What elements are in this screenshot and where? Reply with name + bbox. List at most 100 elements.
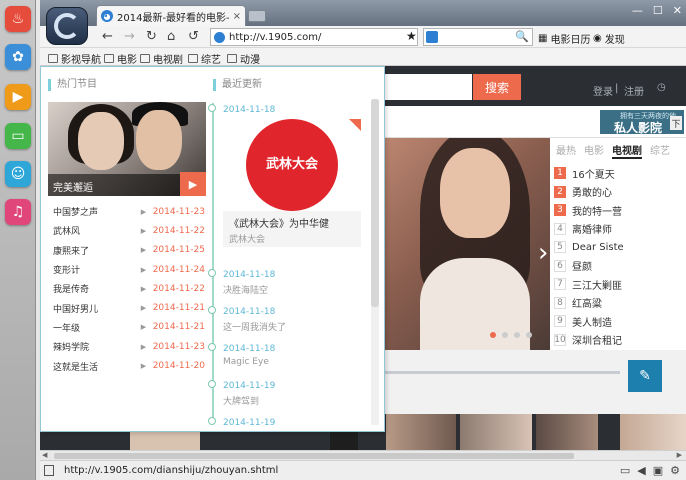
scroll-thumb[interactable] bbox=[371, 99, 379, 307]
program-title: 中国梦之声 bbox=[53, 208, 99, 219]
featured-program[interactable]: 完美邂逅 ▶ bbox=[48, 102, 206, 196]
play-icon[interactable]: ▶ bbox=[180, 172, 206, 196]
back-icon[interactable]: ← bbox=[102, 29, 113, 45]
screen-icon[interactable]: ▭ bbox=[620, 464, 630, 477]
home-icon[interactable]: ⌂ bbox=[167, 29, 175, 45]
tab-close-icon[interactable]: × bbox=[233, 11, 241, 22]
panel-scrollbar[interactable] bbox=[371, 99, 379, 425]
settings-icon[interactable]: ⚙ bbox=[670, 464, 680, 477]
edit-button[interactable]: ✎ bbox=[628, 360, 662, 392]
scroll-left-icon[interactable]: ◀ bbox=[42, 451, 47, 459]
list-item[interactable]: 辣妈学院 ▶ 2014-11-23 bbox=[53, 337, 205, 356]
scroll-right-icon[interactable]: ▶ bbox=[677, 451, 682, 459]
minimize-icon[interactable]: — bbox=[632, 4, 643, 17]
history-icon[interactable]: ↺ bbox=[188, 29, 199, 45]
tab-variety[interactable]: 综艺 bbox=[650, 142, 670, 159]
site-search-button[interactable]: 搜索 bbox=[473, 74, 521, 100]
tab-hottest[interactable]: 最热 bbox=[556, 142, 576, 159]
thumbnail[interactable] bbox=[386, 414, 456, 450]
play-arrow-icon: ▶ bbox=[140, 362, 147, 371]
rank-title: 昼颜 bbox=[572, 262, 592, 274]
list-item[interactable]: 7 三江大剿匪 bbox=[554, 275, 682, 294]
timeline-dot bbox=[208, 380, 216, 388]
list-item[interactable]: 武林风 ▶ 2014-11-22 bbox=[53, 221, 205, 240]
program-title: 变形计 bbox=[53, 266, 81, 277]
refresh-icon[interactable]: ↻ bbox=[146, 29, 157, 45]
scroll-thumb[interactable] bbox=[54, 453, 574, 459]
carousel-dot[interactable] bbox=[502, 332, 508, 338]
clock-icon[interactable]: ◷ bbox=[657, 82, 666, 93]
carousel-dot[interactable] bbox=[514, 332, 520, 338]
news-date: 2014-11-18 bbox=[223, 105, 276, 115]
thumbnail[interactable] bbox=[620, 414, 686, 450]
new-tab-button[interactable] bbox=[248, 10, 266, 22]
mic-app-icon[interactable]: ♫ bbox=[5, 199, 31, 225]
timeline-title[interactable]: 决胜海陆空 bbox=[223, 283, 268, 296]
list-item[interactable]: 康熙来了 ▶ 2014-11-25 bbox=[53, 241, 205, 260]
fire-app-icon[interactable]: ♨ bbox=[5, 6, 31, 32]
sidebar-toggle-icon[interactable] bbox=[44, 465, 54, 476]
list-item[interactable]: 变形计 ▶ 2014-11-24 bbox=[53, 260, 205, 279]
list-item[interactable]: 中国好男儿 ▶ 2014-11-21 bbox=[53, 298, 205, 317]
tab-active[interactable]: ◕ 2014最新-最好看的电影-电视剧 × bbox=[96, 5, 246, 26]
bear-app-icon[interactable]: ☺ bbox=[5, 161, 31, 187]
news-card[interactable]: 武林大会 《武林大会》为中华健 武林大会 bbox=[223, 119, 361, 247]
list-item[interactable]: 6 昼颜 bbox=[554, 257, 682, 276]
ranking-panel: 最热 电影 电视剧 综艺 1 16个夏天 2 勇敢的心 3 我的特一营 4 离婚律师 5 Dear… bbox=[550, 138, 686, 350]
login-link[interactable]: 登录 bbox=[593, 83, 613, 98]
bookmark-tv[interactable]: 电视剧 bbox=[140, 51, 183, 66]
chevron-right-icon[interactable]: › bbox=[538, 238, 548, 268]
volume-icon[interactable]: ◀ bbox=[637, 464, 645, 477]
list-item[interactable]: 这就是生活 ▶ 2014-11-20 bbox=[53, 356, 205, 375]
play-app-icon[interactable]: ▶ bbox=[5, 84, 31, 110]
tv-app-icon[interactable]: ▭ bbox=[5, 123, 31, 149]
register-link[interactable]: 注册 bbox=[624, 83, 644, 98]
tab-tv[interactable]: 电视剧 bbox=[612, 142, 642, 159]
list-item[interactable]: 2 勇敢的心 bbox=[554, 183, 682, 202]
private-cinema-banner[interactable]: 拥有三天两夜的他 私人影院 下 bbox=[600, 110, 684, 135]
carousel-dot[interactable] bbox=[526, 332, 532, 338]
list-item[interactable]: 9 美人制造 bbox=[554, 312, 682, 331]
bookmark-movie[interactable]: 电影 bbox=[104, 51, 137, 66]
thumbnail[interactable] bbox=[536, 414, 598, 450]
search-icon[interactable]: 🔍 bbox=[515, 30, 529, 43]
timeline-title[interactable]: 这一周我消失了 bbox=[223, 320, 286, 333]
maximize-icon[interactable]: ☐ bbox=[653, 4, 663, 17]
tab-movie[interactable]: 电影 bbox=[584, 142, 604, 159]
bookmark-star-icon[interactable]: ★ bbox=[406, 29, 417, 43]
list-item[interactable]: 10 深圳合租记 bbox=[554, 331, 682, 350]
hero-banner[interactable]: › bbox=[370, 138, 550, 350]
status-url: http://v.1905.com/dianshiju/zhouyan.shtm… bbox=[64, 465, 279, 476]
film-reel-icon[interactable]: ✿ bbox=[5, 44, 31, 70]
address-bar[interactable]: http://v.1905.com/ bbox=[210, 28, 418, 46]
browser-logo[interactable] bbox=[46, 7, 88, 45]
list-item[interactable]: 4 离婚律师 bbox=[554, 220, 682, 239]
movie-calendar-button[interactable]: ▦ 电影日历 bbox=[538, 31, 590, 46]
private-cinema-download[interactable]: 下 bbox=[670, 116, 682, 130]
timeline-title[interactable]: Magic Eye bbox=[223, 357, 269, 367]
list-item[interactable]: 一年级 ▶ 2014-11-21 bbox=[53, 318, 205, 337]
carousel-dot[interactable] bbox=[490, 332, 496, 338]
search-input[interactable]: 🔍 bbox=[423, 28, 533, 46]
list-item[interactable]: 1 16个夏天 bbox=[554, 164, 682, 183]
list-item[interactable]: 3 我的特一营 bbox=[554, 201, 682, 220]
bookmark-variety[interactable]: 综艺 bbox=[188, 51, 221, 66]
discover-button[interactable]: ◉ 发现 bbox=[593, 31, 625, 46]
news-poster: 武林大会 bbox=[223, 119, 361, 211]
list-item[interactable]: 中国梦之声 ▶ 2014-11-23 bbox=[53, 202, 205, 221]
bookmark-anime[interactable]: 动漫 bbox=[227, 51, 260, 66]
list-item[interactable]: 8 红高粱 bbox=[554, 294, 682, 313]
list-item[interactable]: 我是传奇 ▶ 2014-11-22 bbox=[53, 279, 205, 298]
bookmark-film-nav[interactable]: 影视导航 bbox=[48, 51, 101, 66]
forward-icon[interactable]: → bbox=[124, 29, 135, 45]
thumbnail[interactable] bbox=[460, 414, 532, 450]
rank-title: 红高粱 bbox=[572, 299, 602, 311]
fullscreen-icon[interactable]: ▣ bbox=[653, 464, 663, 477]
search-engine-icon[interactable] bbox=[426, 31, 438, 43]
horizontal-scrollbar[interactable]: ◀ ▶ bbox=[40, 450, 686, 460]
close-icon[interactable]: ✕ bbox=[673, 4, 682, 17]
list-item[interactable]: 5 Dear Siste bbox=[554, 238, 682, 257]
program-title: 中国好男儿 bbox=[53, 304, 99, 315]
timeline-title[interactable]: 大牌驾到 bbox=[223, 394, 259, 407]
program-date: 2014-11-21 bbox=[152, 303, 205, 314]
